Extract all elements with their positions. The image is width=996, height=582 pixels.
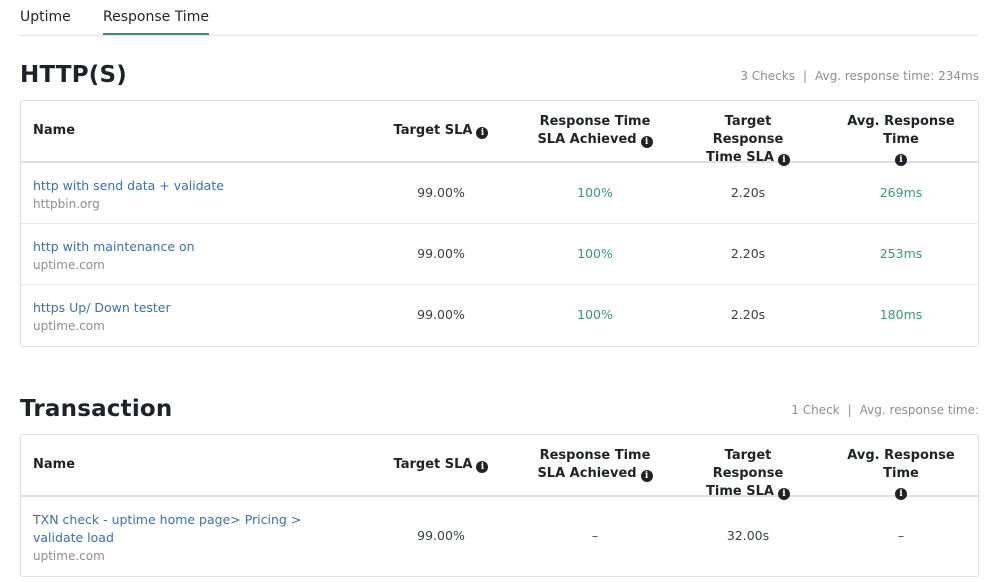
- tab-response-time[interactable]: Response Time: [103, 9, 209, 35]
- section-https: HTTP(S) 3 Checks | Avg. response time: 234…: [20, 60, 979, 350]
- avg-rt-value: –: [897, 528, 905, 543]
- col-target-rt-sla[interactable]: Target Response Time SLA i: [688, 113, 808, 167]
- avg-rt-value: 253ms: [879, 246, 923, 261]
- sla-achieved-value: 100%: [577, 307, 613, 322]
- col-rt-sla-achieved[interactable]: Response Time SLA Achieved i: [535, 113, 655, 149]
- https-table: Name Target SLA i Response Time SLA Achie…: [20, 100, 979, 347]
- table-row: http with maintenance on uptime.com 99.0…: [21, 224, 978, 285]
- stats-separator: |: [802, 69, 807, 83]
- check-link[interactable]: http with send data + validate: [33, 177, 353, 195]
- stats-separator: |: [847, 403, 852, 417]
- sla-achieved-value: –: [591, 528, 599, 543]
- col-avg-rt[interactable]: Avg. Response Time i: [841, 113, 961, 167]
- info-icon[interactable]: i: [640, 470, 653, 482]
- check-host: uptime.com: [33, 319, 105, 333]
- target-sla-value: 99.00%: [417, 307, 465, 322]
- sla-achieved-value: 100%: [577, 246, 613, 261]
- target-rt-value: 32.00s: [726, 528, 770, 543]
- check-link[interactable]: http with maintenance on: [33, 238, 353, 256]
- check-link[interactable]: TXN check - uptime home page> Pricing > …: [33, 511, 343, 547]
- col-target-sla[interactable]: Target SLA i: [381, 456, 501, 474]
- target-sla-value: 99.00%: [417, 528, 465, 543]
- avg-rt-value: 180ms: [879, 307, 923, 322]
- check-host: uptime.com: [33, 258, 105, 272]
- check-name-cell: TXN check - uptime home page> Pricing > …: [33, 511, 343, 565]
- target-rt-value: 2.20s: [730, 185, 766, 200]
- avg-rt-value: 269ms: [879, 185, 923, 200]
- info-icon[interactable]: i: [640, 136, 653, 148]
- check-name-cell: https Up/ Down tester uptime.com: [33, 299, 353, 335]
- col-label-line: Target Response: [712, 448, 784, 481]
- tab-bar: Uptime Response Time: [20, 0, 979, 36]
- col-label-line: SLA Achieved: [537, 132, 637, 147]
- info-icon[interactable]: i: [476, 127, 489, 139]
- target-sla-value: 99.00%: [417, 246, 465, 261]
- section-title: Transaction: [20, 396, 173, 422]
- info-icon[interactable]: i: [476, 461, 489, 473]
- target-sla-value: 99.00%: [417, 185, 465, 200]
- table-header: Name Target SLA i Response Time SLA Achie…: [21, 435, 978, 500]
- col-label-line: Avg. Response Time: [847, 448, 955, 481]
- table-header: Name Target SLA i Response Time SLA Achie…: [21, 101, 978, 166]
- avg-response-summary: Avg. response time:: [859, 403, 979, 417]
- sla-achieved-value: 100%: [577, 185, 613, 200]
- target-rt-value: 2.20s: [730, 307, 766, 322]
- section-transaction: Transaction 1 Check | Avg. response time: …: [20, 394, 979, 580]
- col-label-line: Response Time: [539, 448, 651, 463]
- col-label-line: Avg. Response Time: [847, 114, 955, 147]
- transaction-table: Name Target SLA i Response Time SLA Achie…: [20, 434, 979, 577]
- section-title: HTTP(S): [20, 62, 128, 88]
- section-stats: 3 Checks | Avg. response time: 234ms: [740, 69, 979, 83]
- col-avg-rt[interactable]: Avg. Response Time i: [841, 447, 961, 501]
- col-name[interactable]: Name: [33, 122, 75, 140]
- col-name[interactable]: Name: [33, 456, 75, 474]
- tab-uptime[interactable]: Uptime: [20, 9, 71, 33]
- check-name-cell: http with send data + validate httpbin.o…: [33, 177, 353, 213]
- col-rt-sla-achieved[interactable]: Response Time SLA Achieved i: [535, 447, 655, 483]
- col-label-line: Target Response: [712, 114, 784, 147]
- avg-response-summary: Avg. response time: 234ms: [815, 69, 979, 83]
- col-target-rt-sla[interactable]: Target Response Time SLA i: [688, 447, 808, 501]
- table-row: TXN check - uptime home page> Pricing > …: [21, 497, 978, 576]
- col-target-sla-label: Target SLA: [393, 457, 473, 472]
- table-row: https Up/ Down tester uptime.com 99.00% …: [21, 285, 978, 346]
- checks-count: 3 Checks: [740, 69, 795, 83]
- col-target-sla[interactable]: Target SLA i: [381, 122, 501, 140]
- section-stats: 1 Check | Avg. response time:: [791, 403, 979, 417]
- check-host: httpbin.org: [33, 197, 100, 211]
- col-label-line: SLA Achieved: [537, 466, 637, 481]
- checks-count: 1 Check: [791, 403, 840, 417]
- check-link[interactable]: https Up/ Down tester: [33, 299, 353, 317]
- target-rt-value: 2.20s: [730, 246, 766, 261]
- check-name-cell: http with maintenance on uptime.com: [33, 238, 353, 274]
- col-label-line: Response Time: [539, 114, 651, 129]
- col-target-sla-label: Target SLA: [393, 123, 473, 138]
- table-row: http with send data + validate httpbin.o…: [21, 163, 978, 224]
- check-host: uptime.com: [33, 549, 105, 563]
